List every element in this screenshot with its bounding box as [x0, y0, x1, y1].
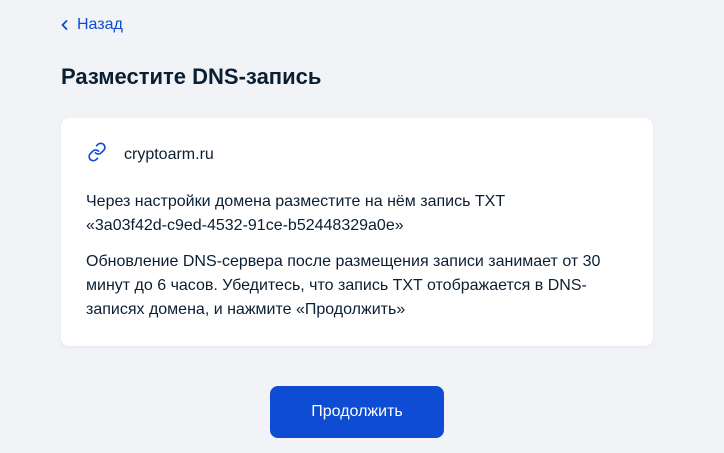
txt-record-value: «3a03f42d-c9ed-4532-91ce-b52448329a0e» [86, 217, 404, 234]
back-link[interactable]: Назад [60, 14, 123, 36]
instruction-line: Через настройки домена разместите на нём… [86, 193, 506, 210]
instruction-text: Через настройки домена разместите на нём… [86, 190, 626, 238]
link-icon [87, 142, 107, 167]
domain-row: cryptoarm.ru [87, 142, 214, 167]
continue-button[interactable]: Продолжить [270, 386, 444, 438]
back-link-label: Назад [77, 16, 123, 33]
dns-update-note: Обновление DNS-сервера после размещения … [86, 253, 601, 318]
dns-instructions-card: cryptoarm.ru Через настройки домена разм… [61, 118, 653, 346]
page-title: Разместите DNS-запись [61, 64, 322, 89]
domain-name: cryptoarm.ru [124, 145, 214, 163]
page: Назад Разместите DNS-запись cryptoarm.ru… [0, 0, 724, 453]
chevron-left-icon [60, 19, 69, 31]
